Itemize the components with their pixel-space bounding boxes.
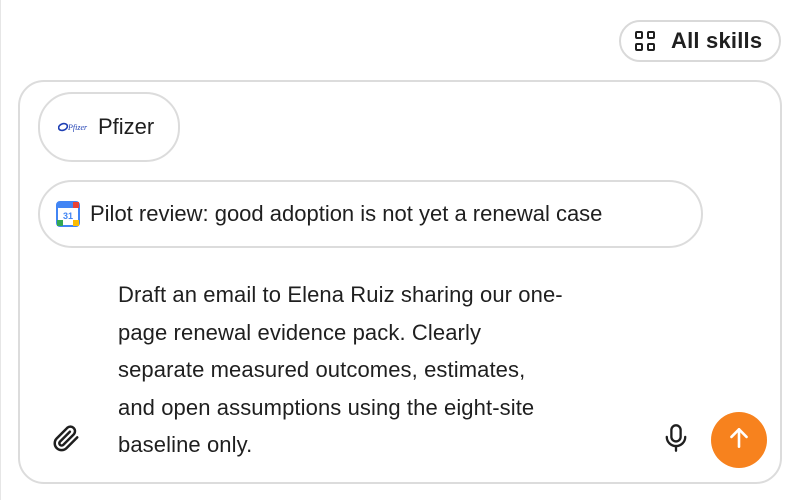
all-skills-label: All skills — [671, 28, 763, 53]
paperclip-icon — [51, 423, 81, 458]
message-input[interactable]: Draft an email to Elena Ruiz sharing our… — [118, 276, 638, 464]
arrow-up-icon — [726, 425, 752, 456]
chip-label: Pfizer — [98, 114, 155, 139]
send-button[interactable] — [711, 412, 767, 468]
chip-label: Pilot review: good adoption is not yet a… — [90, 201, 603, 226]
context-chip-calendar-event[interactable]: 31 Pilot review: good adoption is not ye… — [38, 180, 703, 248]
context-chip-pfizer[interactable]: Pfizer Pfizer — [38, 92, 180, 162]
left-divider — [0, 0, 1, 500]
svg-text:31: 31 — [63, 211, 73, 221]
grid-icon — [635, 31, 655, 51]
attach-button[interactable] — [48, 422, 84, 458]
google-calendar-icon: 31 — [56, 201, 80, 227]
pfizer-logo-icon: Pfizer — [58, 120, 88, 134]
voice-input-button[interactable] — [658, 422, 694, 458]
all-skills-button[interactable]: All skills — [619, 20, 781, 62]
microphone-icon — [662, 423, 690, 458]
svg-text:Pfizer: Pfizer — [67, 123, 88, 132]
message-composer[interactable]: Pfizer Pfizer 31 Pilot review: good adop… — [18, 80, 782, 484]
page: All skills Pfizer Pfizer 31 Pilot review… — [0, 0, 800, 500]
